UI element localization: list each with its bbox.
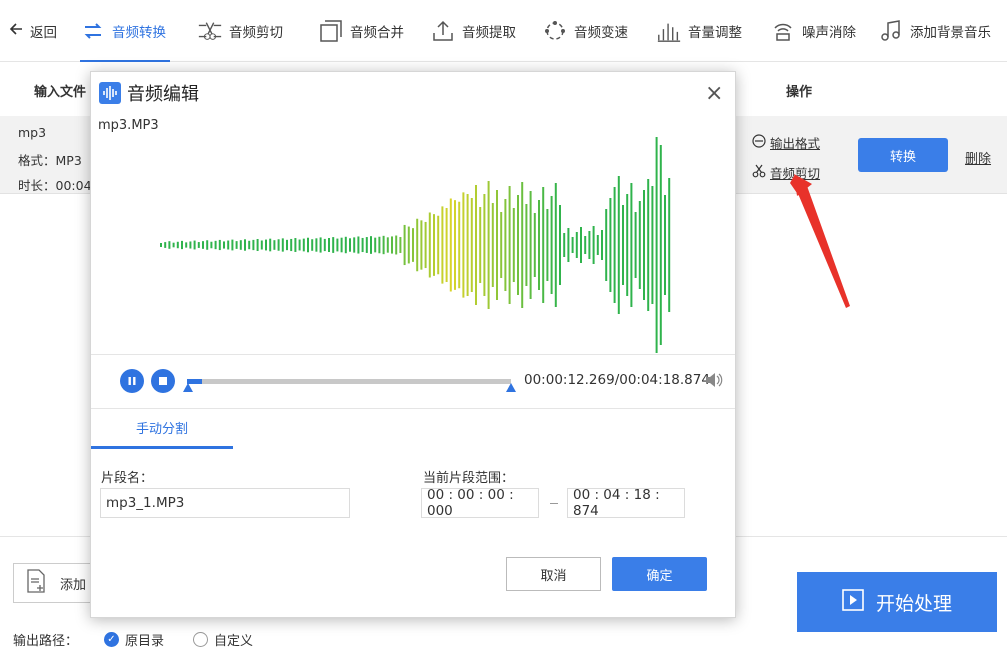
music-note-icon [878, 18, 904, 44]
col-operations: 操作 [786, 85, 813, 100]
pause-button[interactable] [120, 369, 144, 393]
range-dash [550, 503, 558, 504]
back-button[interactable]: 返回 [8, 0, 57, 62]
start-processing-button[interactable]: 开始处理 [797, 572, 997, 632]
convert-icon [80, 18, 106, 44]
volume-icon[interactable] [705, 372, 723, 392]
waveform-file-label: mp3.MP3 [98, 118, 159, 133]
segment-name-input[interactable]: mp3_1.MP3 [100, 488, 350, 518]
segment-range-label: 当前片段范围： [423, 471, 515, 486]
convert-button[interactable]: 转换 [858, 138, 948, 172]
tab-audio-merge[interactable]: 音频合并 [318, 0, 404, 62]
segment-name-label: 片段名： [101, 471, 154, 486]
audio-cut-link[interactable]: 音频剪切 [752, 163, 820, 182]
close-icon[interactable]: × [705, 81, 723, 106]
radio-custom-dir[interactable]: 自定义 [193, 630, 253, 649]
waveform-logo-icon [99, 82, 121, 104]
file-format: 格式：MP3 [18, 153, 82, 168]
arrow-left-icon [8, 21, 24, 41]
range-start-input[interactable]: 00 : 00 : 00 : 000 [421, 487, 539, 519]
tab-audio-convert[interactable]: 音频转换 [80, 0, 170, 63]
speed-icon [542, 18, 568, 44]
waveform-graph [160, 137, 671, 353]
col-input-file: 输入文件 [34, 85, 87, 100]
dialog-header: 音频编辑 [91, 72, 735, 114]
dialog-tabs: 手动分割 [91, 409, 735, 449]
stop-icon [159, 377, 167, 385]
tab-audio-cut[interactable]: 音频剪切 [197, 0, 283, 62]
output-format-link[interactable]: 输出格式 [752, 133, 820, 152]
player-bar: 00:00:12.269/00:04:18.874 [91, 354, 735, 409]
tab-audio-speed[interactable]: 音频变速 [542, 0, 628, 62]
cancel-button[interactable]: 取消 [506, 557, 601, 591]
audio-edit-dialog: 音频编辑 × mp3.MP3 00:00:12.269/00:04:18.874… [90, 71, 736, 618]
tab-noise-removal[interactable]: 噪声消除 [770, 0, 856, 62]
output-path-label: 输出路径： [13, 634, 79, 649]
volume-bars-icon [656, 18, 682, 44]
playback-time: 00:00:12.269/00:04:18.874 [524, 372, 710, 388]
dialog-title: 音频编辑 [127, 84, 199, 105]
file-name: mp3 [18, 125, 47, 140]
top-toolbar: 返回 音频转换 音频剪切 音频合并 音频提取 音频变速 音量调整 噪声消除 添加… [0, 0, 1007, 63]
noise-icon [770, 18, 796, 44]
scissors-icon [197, 18, 223, 44]
output-format-icon [752, 134, 766, 151]
tab-audio-extract[interactable]: 音频提取 [430, 0, 516, 62]
stop-button[interactable] [151, 369, 175, 393]
radio-original-dir[interactable]: ✓ 原目录 [104, 630, 164, 649]
arrow-shaft [790, 176, 850, 308]
merge-icon [318, 18, 344, 44]
radio-checked-icon: ✓ [104, 632, 119, 647]
range-end-input[interactable]: 00 : 04 : 18 : 874 [567, 487, 685, 519]
extract-icon [430, 18, 456, 44]
tab-volume-adjust[interactable]: 音量调整 [656, 0, 742, 62]
seek-track[interactable] [187, 379, 511, 384]
tab-manual-split[interactable]: 手动分割 [91, 409, 233, 449]
radio-unchecked-icon [193, 632, 208, 647]
scissors-icon [752, 164, 766, 181]
confirm-button[interactable]: 确定 [612, 557, 707, 591]
tab-add-bg-music[interactable]: 添加背景音乐 [878, 0, 991, 62]
add-file-icon [26, 569, 46, 597]
waveform-view[interactable]: mp3.MP3 [91, 114, 735, 354]
range-start-handle[interactable] [183, 383, 193, 392]
pause-icon [128, 377, 136, 385]
play-icon [842, 588, 864, 616]
file-duration: 时长：00:04 [18, 178, 92, 193]
range-end-handle[interactable] [506, 383, 516, 392]
delete-link[interactable]: 删除 [965, 148, 991, 167]
